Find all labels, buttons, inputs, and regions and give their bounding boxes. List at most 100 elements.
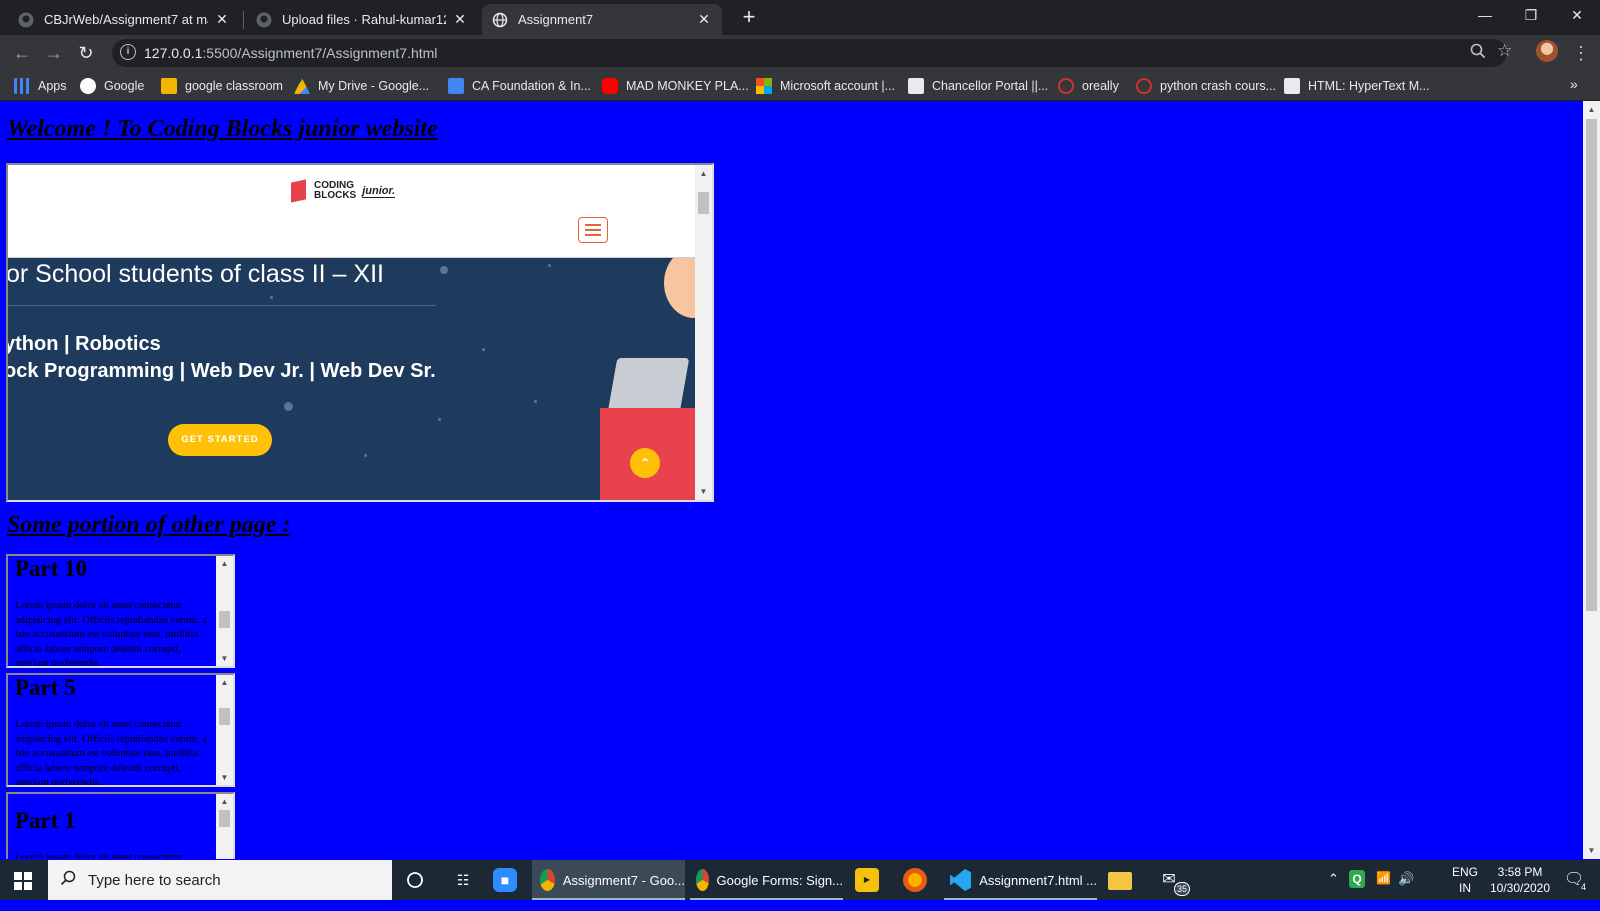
github-icon [18, 12, 34, 28]
restore-icon[interactable]: ❐ [1508, 0, 1554, 30]
mail-icon[interactable]: ✉ 35 [1152, 868, 1190, 896]
bookmark-google-classroom[interactable]: google classroom [161, 77, 283, 95]
bookmark-star-icon[interactable]: ☆ [1497, 41, 1517, 61]
scrollbar-thumb[interactable] [698, 192, 709, 214]
close-tab-icon[interactable]: ✕ [696, 11, 712, 28]
cortana-icon[interactable] [403, 868, 427, 892]
new-tab-button[interactable]: + [737, 6, 761, 30]
qbittorrent-icon[interactable]: Q [1349, 870, 1365, 888]
scrollbar-thumb[interactable] [1586, 119, 1597, 611]
scroll-to-top-icon[interactable]: ⌃ [630, 448, 660, 478]
mdn-icon [1284, 78, 1300, 94]
hamburger-menu-icon[interactable] [578, 217, 608, 243]
taskbar-chrome-google-forms[interactable]: Google Forms: Sign... [690, 860, 843, 900]
scrollbar-thumb[interactable] [219, 611, 230, 628]
part-10-iframe[interactable]: Part 10 Lorem ipsum dolor sit amet conse… [6, 554, 235, 668]
part-scrollbar[interactable]: ▲ ▼ [216, 675, 233, 785]
back-icon[interactable]: ← [10, 41, 34, 65]
planet-decoration [284, 402, 293, 411]
scroll-up-arrow-icon[interactable]: ▲ [216, 675, 233, 690]
firefox-icon[interactable] [903, 868, 927, 892]
bookmark-html-hypertext[interactable]: HTML: HyperText M... [1284, 77, 1430, 95]
tab-cbjrweb[interactable]: CBJrWeb/Assignment7 at master ✕ [8, 4, 240, 35]
site-info-icon[interactable]: i [120, 44, 136, 60]
scroll-down-arrow-icon[interactable]: ▼ [216, 651, 233, 666]
scroll-up-arrow-icon[interactable]: ▲ [695, 165, 712, 182]
volume-icon[interactable]: 🔊 [1398, 871, 1414, 911]
tab-separator [243, 11, 244, 29]
taskbar-chrome-assignment7[interactable]: Assignment7 - Goo... [532, 860, 685, 900]
coding-blocks-iframe[interactable]: CODING BLOCKS junior. or School students … [6, 163, 714, 502]
bookmark-mad-monkey[interactable]: MAD MONKEY PLA... [602, 77, 749, 95]
microsoft-icon [756, 78, 772, 94]
part-1-iframe[interactable]: Part 1 Lorem ipsum dolor sit amet consec… [6, 792, 235, 859]
address-bar[interactable]: i 127.0.0.1:5500/Assignment7/Assignment7… [112, 39, 1507, 67]
star-decoration [482, 348, 485, 351]
notification-count: 4 [1578, 882, 1588, 892]
part-scrollbar[interactable]: ▲ ▼ [216, 556, 233, 666]
scrollbar-thumb[interactable] [219, 708, 230, 725]
logo-cube-icon [291, 179, 306, 203]
more-bookmarks-icon[interactable]: » [1570, 76, 1578, 92]
bookmark-oreally[interactable]: oreally [1058, 77, 1119, 95]
bookmark-google[interactable]: Google [80, 77, 144, 95]
bookmark-python-crash-course[interactable]: python crash cours... [1136, 77, 1276, 95]
logo-junior: junior. [362, 184, 396, 198]
part-text: Lorem ipsum dolor sit amet consectetur a… [15, 719, 207, 787]
scroll-down-arrow-icon[interactable]: ▼ [1583, 842, 1600, 859]
scroll-down-arrow-icon[interactable]: ▼ [216, 770, 233, 785]
clock-time: 3:58 PM [1497, 865, 1543, 879]
taskbar-search-box[interactable]: Type here to search [48, 860, 392, 900]
get-started-button[interactable]: GET STARTED [168, 424, 272, 456]
scroll-up-arrow-icon[interactable]: ▲ [1583, 101, 1600, 118]
more-menu-icon[interactable]: ⋮ [1572, 41, 1590, 65]
tab-title: CBJrWeb/Assignment7 at master [44, 12, 208, 27]
zoom-app-icon[interactable]: ■ [493, 868, 517, 892]
system-clock[interactable]: 3:58 PM 10/30/2020 [1480, 864, 1560, 896]
classroom-icon [161, 78, 177, 94]
show-hidden-icons-icon[interactable]: ⌃ [1328, 871, 1339, 911]
portal-icon [908, 78, 924, 94]
file-explorer-icon[interactable] [1108, 872, 1132, 890]
profile-avatar[interactable] [1536, 40, 1558, 62]
input-language[interactable]: ENG IN [1450, 864, 1480, 896]
bookmark-my-drive[interactable]: My Drive - Google... [294, 77, 429, 95]
close-tab-icon[interactable]: ✕ [214, 11, 230, 28]
close-window-icon[interactable]: ✕ [1554, 0, 1600, 30]
bookmark-chancellor-portal[interactable]: Chancellor Portal ||... [908, 77, 1048, 95]
iframe-scrollbar[interactable]: ▲ ▼ [695, 165, 712, 500]
part-5-iframe[interactable]: Part 5 Lorem ipsum dolor sit amet consec… [6, 673, 235, 787]
taskbar-vscode-assignment7[interactable]: Assignment7.html ... [944, 860, 1097, 900]
tab-title: Upload files · Rahul-kumar123-b [282, 12, 446, 27]
bookmark-ca-foundation[interactable]: CA Foundation & In... [448, 77, 591, 95]
url-text: 127.0.0.1:5500/Assignment7/Assignment7.h… [144, 45, 438, 61]
bookmarks-bar: Apps Google google classroom My Drive - … [0, 71, 1600, 101]
wifi-icon[interactable]: 📶 [1376, 871, 1391, 911]
player-app-icon[interactable]: ▶ [855, 868, 879, 892]
tab-upload-files[interactable]: Upload files · Rahul-kumar123-b ✕ [246, 4, 478, 35]
notifications-icon[interactable]: 🗨 4 [1564, 869, 1588, 892]
oreilly-icon [1136, 78, 1152, 94]
scroll-down-arrow-icon[interactable]: ▼ [695, 483, 712, 500]
bookmark-apps[interactable]: Apps [14, 77, 67, 95]
coding-blocks-logo[interactable]: CODING BLOCKS junior. [291, 179, 396, 203]
bookmark-microsoft-account[interactable]: Microsoft account |... [756, 77, 895, 95]
windows-start-icon[interactable] [14, 872, 32, 890]
google-icon [80, 78, 96, 94]
reload-icon[interactable]: ↻ [74, 41, 98, 65]
task-view-icon[interactable]: ☷ [451, 868, 475, 892]
tab-assignment7[interactable]: Assignment7 ✕ [482, 4, 722, 35]
part-text: Lorem ipsum dolor sit amet consectetur a… [15, 600, 207, 668]
page-viewport: Welcome ! To Coding Blocks junior websit… [0, 101, 1582, 859]
scroll-up-arrow-icon[interactable]: ▲ [216, 794, 233, 809]
page-scrollbar[interactable]: ▲ ▼ [1583, 101, 1600, 859]
scroll-up-arrow-icon[interactable]: ▲ [216, 556, 233, 571]
part-scrollbar[interactable]: ▲ [216, 794, 233, 859]
search-placeholder: Type here to search [88, 872, 221, 889]
minimize-icon[interactable]: — [1462, 0, 1508, 30]
part-text: Lorem ipsum dolor sit amet consectetur a… [15, 852, 183, 859]
zoom-icon[interactable] [1470, 43, 1490, 63]
scrollbar-thumb[interactable] [219, 810, 230, 827]
forward-icon[interactable]: → [42, 41, 66, 65]
close-tab-icon[interactable]: ✕ [452, 11, 468, 28]
